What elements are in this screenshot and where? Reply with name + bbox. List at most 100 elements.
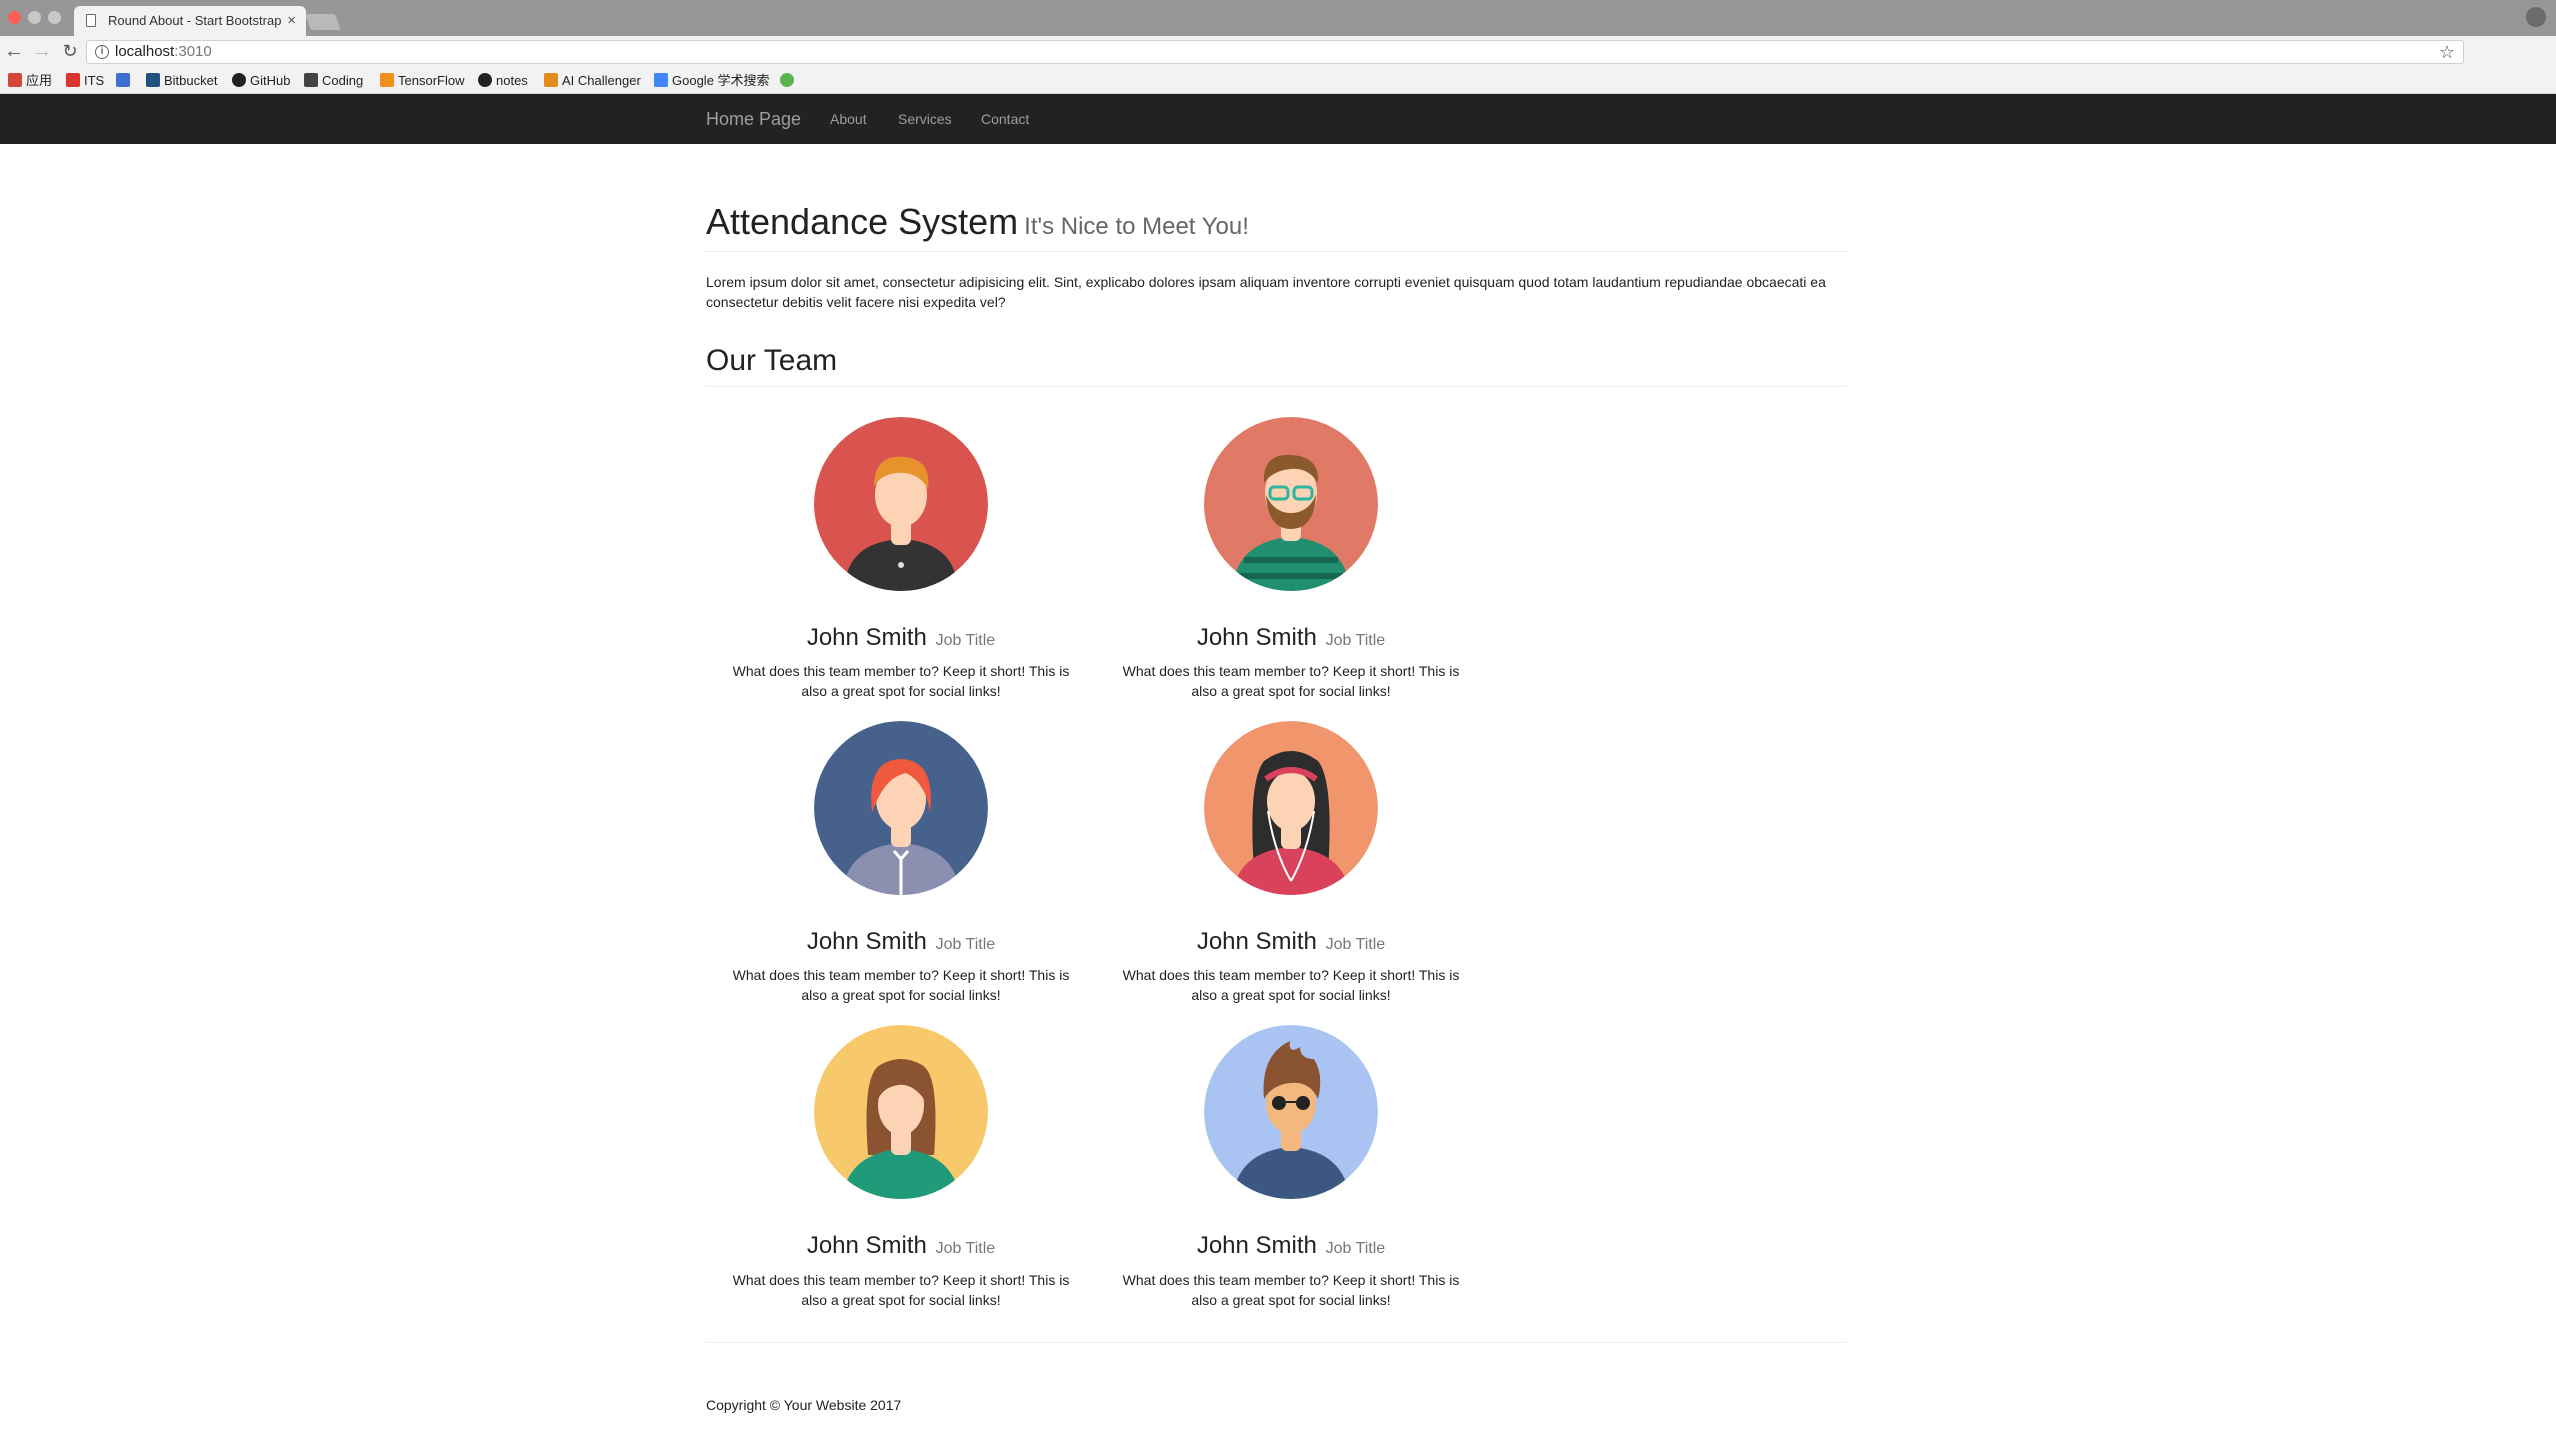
member-name-text: John Smith [806, 623, 927, 651]
member-bio: What does this team member to? Keep it s… [1122, 662, 1460, 699]
bookmark-label: AI Challenger [562, 73, 641, 88]
member-name: John Smith Job Title [706, 927, 1096, 955]
bookmark-item[interactable]: notes [478, 72, 528, 90]
member-job-title: Job Title [935, 1240, 996, 1258]
google-scholar-icon [654, 73, 668, 87]
member-name: John Smith Job Title [706, 1233, 1096, 1259]
ai-challenger-icon [544, 73, 558, 87]
bookmark-label: notes [496, 73, 528, 88]
bookmark-item[interactable]: Google 学术搜索 [654, 72, 770, 90]
browser-titlebar: Round About - Start Bootstrap × [0, 0, 2556, 36]
coding-icon [304, 73, 318, 87]
close-window-button[interactable] [8, 11, 21, 24]
new-tab-button[interactable] [305, 14, 341, 30]
close-tab-icon[interactable]: × [287, 6, 296, 36]
bookmark-label: ITS [84, 73, 105, 88]
github-icon [478, 73, 492, 87]
bookmark-item[interactable]: GitHub [232, 72, 290, 90]
member-name: John Smith Job Title [1096, 1233, 1486, 1259]
bookmark-item[interactable]: 应用 [8, 72, 52, 90]
avatar [814, 720, 988, 895]
page-icon [86, 14, 96, 27]
navbar-brand[interactable]: Home Page [706, 94, 801, 144]
url-port: :3010 [174, 43, 212, 60]
browser-toolbar: ← → ↻ i localhost:3010 ☆ ⋮ [0, 36, 2556, 98]
bookmark-star-icon[interactable]: ☆ [2439, 41, 2455, 63]
tab-title: Round About - Start Bootstrap [108, 13, 282, 28]
globe-icon [780, 73, 794, 87]
team-member-card: John Smith Job Title What does this team… [706, 1025, 1096, 1309]
page-header: Attendance System It's Nice to Meet You! [706, 202, 1846, 252]
main-container: Attendance System It's Nice to Meet You! … [706, 144, 1846, 1413]
member-name-text: John Smith [806, 1232, 927, 1260]
info-icon[interactable]: i [95, 45, 109, 59]
url-host: localhost [115, 43, 175, 60]
member-name: John Smith Job Title [1096, 927, 1486, 955]
member-name-text: John Smith [1196, 1232, 1317, 1260]
back-arrow-icon[interactable]: ← [2, 39, 26, 63]
member-name: John Smith Job Title [1096, 623, 1486, 651]
member-bio: What does this team member to? Keep it s… [732, 967, 1070, 1004]
member-job-title: Job Title [1325, 1240, 1386, 1258]
member-bio: What does this team member to? Keep it s… [1122, 1271, 1460, 1308]
bookmark-item[interactable]: AI Challenger [544, 72, 641, 90]
bookmark-label: Bitbucket [164, 73, 218, 88]
nav-link-services[interactable]: Services [898, 94, 952, 144]
avatar [1204, 416, 1378, 591]
bookmark-label: Coding [322, 73, 364, 88]
page-subtitle: It's Nice to Meet You! [1024, 213, 1249, 240]
browser-tab[interactable]: Round About - Start Bootstrap × [74, 6, 306, 36]
member-bio: What does this team member to? Keep it s… [1122, 967, 1460, 1004]
bookmark-item[interactable]: Coding [304, 72, 363, 90]
bookmark-item[interactable] [116, 72, 134, 90]
apps-grid-icon [8, 73, 22, 87]
intro-paragraph: Lorem ipsum dolor sit amet, consectetur … [706, 273, 1826, 310]
url-text[interactable]: localhost:3010 [115, 41, 212, 63]
team-member-card: John Smith Job Title What does this team… [706, 416, 1096, 701]
member-job-title: Job Title [935, 631, 996, 649]
copyright-text: Copyright © Your Website 2017 [706, 1396, 902, 1413]
team-heading: Our Team [706, 343, 838, 377]
tensorflow-icon [380, 73, 394, 87]
member-name-text: John Smith [1196, 623, 1317, 651]
maximize-window-button[interactable] [48, 11, 61, 24]
address-bar[interactable]: i localhost:3010 ☆ [86, 40, 2464, 64]
team-member-card: John Smith Job Title What does this team… [706, 720, 1096, 1005]
nav-link-about[interactable]: About [830, 94, 867, 144]
its-icon [66, 73, 80, 87]
bookmark-label: 应用 [26, 73, 53, 88]
bookmark-item[interactable]: Bitbucket [146, 72, 217, 90]
bookmarks-bar: 应用 ITS Bitbucket GitHub Coding TensorFlow note… [0, 68, 2556, 94]
team-header: Our Team [706, 344, 1846, 387]
bookmark-label: Google 学术搜索 [672, 73, 770, 88]
team-member-card: John Smith Job Title What does this team… [1096, 416, 1486, 701]
nav-link-contact[interactable]: Contact [981, 94, 1029, 144]
bookmark-item[interactable] [780, 72, 798, 90]
reload-icon[interactable]: ↻ [58, 39, 82, 63]
footer: Copyright © Your Website 2017 [706, 1341, 1846, 1413]
team-member-card: John Smith Job Title What does this team… [1096, 1025, 1486, 1309]
profile-avatar-icon[interactable] [2526, 7, 2546, 27]
team-member-card: John Smith Job Title What does this team… [1096, 720, 1486, 1005]
team-grid: John Smith Job Title What does this team… [706, 416, 1846, 1330]
member-name-text: John Smith [806, 927, 927, 955]
blue-square-icon [116, 73, 130, 87]
member-job-title: Job Title [1325, 935, 1386, 953]
member-name: John Smith Job Title [706, 623, 1096, 651]
bookmark-label: TensorFlow [398, 73, 465, 88]
minimize-window-button[interactable] [28, 11, 41, 24]
member-job-title: Job Title [935, 935, 996, 953]
site-navbar: Home Page About Services Contact [0, 94, 2556, 144]
forward-arrow-icon[interactable]: → [30, 39, 54, 63]
member-bio: What does this team member to? Keep it s… [732, 1271, 1070, 1308]
member-job-title: Job Title [1325, 631, 1386, 649]
member-name-text: John Smith [1196, 927, 1317, 955]
member-bio: What does this team member to? Keep it s… [732, 662, 1070, 699]
bookmark-item[interactable]: TensorFlow [380, 72, 464, 90]
avatar [814, 416, 988, 591]
bookmark-item[interactable]: ITS [66, 72, 104, 90]
avatar [814, 1025, 988, 1200]
bitbucket-icon [146, 73, 160, 87]
avatar [1204, 1025, 1378, 1200]
page-title-text: Attendance System [706, 201, 1019, 242]
